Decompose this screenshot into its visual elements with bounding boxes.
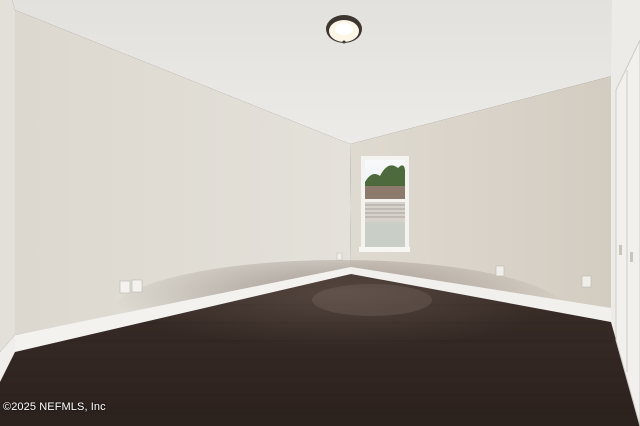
outlet-right-wall [495, 265, 505, 277]
photo-watermark: ©2025 NEFMLS, Inc [3, 401, 106, 413]
window [359, 156, 410, 252]
outlet-left-corner [336, 252, 343, 261]
left-end-wall [0, 0, 15, 352]
room-illustration [0, 0, 640, 426]
floor-window-glare [312, 284, 432, 316]
room-photo: ©2025 NEFMLS, Inc [0, 0, 640, 426]
outlet-right-wall-2 [581, 275, 592, 288]
